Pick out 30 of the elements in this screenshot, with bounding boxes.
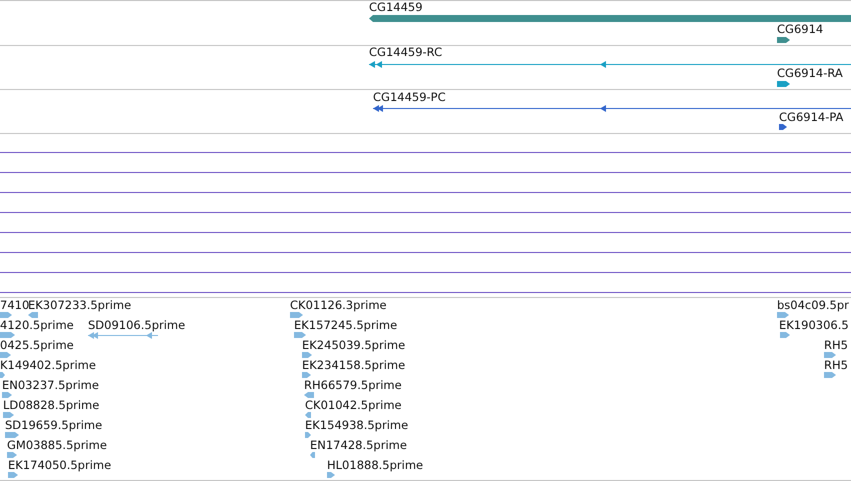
feature-label: CG6914	[777, 22, 824, 36]
feature-label: LD08828.5prime	[3, 398, 100, 412]
feature-label: EK190306.5	[779, 318, 849, 332]
feature-label: EK307233.5prime	[28, 298, 132, 312]
feature-label: CG6914-RA	[777, 66, 843, 80]
feature-label: EK174050.5prime	[8, 458, 112, 472]
feature-label: EK234158.5prime	[302, 358, 406, 372]
feature-label: 4120.5prime	[0, 318, 74, 332]
feature-label: 0425.5prime	[0, 338, 74, 352]
feature-label: EK245039.5prime	[302, 338, 406, 352]
feature-label: CG14459-PC	[373, 90, 446, 104]
feature-label: GM03885.5prime	[7, 438, 107, 452]
feature-label: CG14459-RC	[369, 45, 442, 59]
feature-label: EN17428.5prime	[310, 438, 407, 452]
feature-label: EK154938.5prime	[305, 418, 408, 432]
feature-label: K149402.5prime	[0, 358, 96, 372]
feature-label: CK01042.5prime	[305, 398, 402, 412]
feature-label: HL01888.5prime	[327, 458, 424, 472]
feature-label: SD19659.5prime	[5, 418, 102, 432]
feature-label: EK157245.5prime	[294, 318, 398, 332]
feature-label: RH5	[824, 358, 848, 372]
feature-label: RH5	[824, 338, 848, 352]
feature-label: bs04c09.5pr	[777, 298, 849, 312]
feature-label: CG6914-PA	[779, 110, 844, 124]
feature-label: EN03237.5prime	[2, 378, 99, 392]
feature-label: CG14459	[369, 0, 423, 14]
feature-label: CK01126.3prime	[290, 298, 387, 312]
feature-label: SD09106.5prime	[88, 318, 186, 332]
feature-label: 7410	[0, 298, 30, 312]
feature-label: RH66579.5prime	[304, 378, 402, 392]
